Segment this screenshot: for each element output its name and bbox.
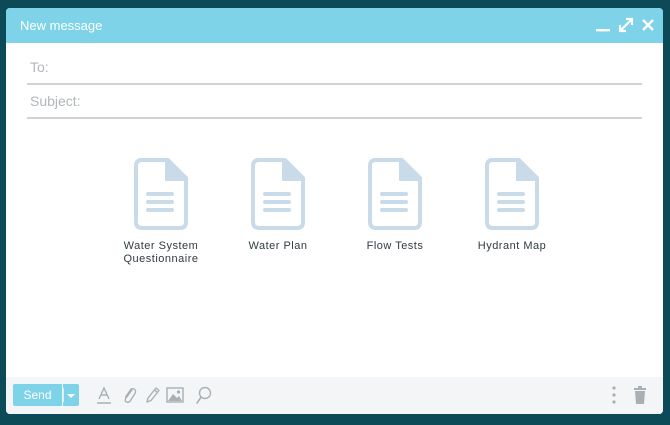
image-icon[interactable]: [165, 385, 185, 405]
expand-icon[interactable]: [617, 16, 635, 34]
link-icon[interactable]: [194, 385, 214, 405]
attachment-label: Water Plan: [248, 240, 308, 252]
send-button[interactable]: Send: [13, 384, 62, 406]
compose-toolbar: Send: [6, 377, 663, 414]
attachment-label: Water System Questionnaire: [123, 240, 199, 265]
document-icon: [485, 158, 539, 230]
pen-icon[interactable]: [142, 385, 162, 405]
document-icon: [134, 158, 188, 230]
title-bar: New message: [6, 8, 663, 43]
compose-window: New message To: Subject: Water System Qu…: [6, 8, 663, 414]
paperclip-icon[interactable]: [119, 385, 139, 405]
to-input[interactable]: [27, 51, 642, 83]
subject-input[interactable]: [27, 85, 642, 117]
more-vertical-icon[interactable]: [608, 385, 620, 405]
window-title: New message: [20, 18, 103, 33]
send-options-button[interactable]: [63, 384, 79, 406]
attachment-item[interactable]: Hydrant Map: [457, 158, 567, 253]
attachment-label: Hydrant Map: [477, 240, 547, 252]
document-icon: [368, 158, 422, 230]
text-format-icon[interactable]: [94, 385, 114, 405]
attachment-item[interactable]: Water Plan: [223, 158, 333, 253]
close-icon[interactable]: [639, 16, 657, 34]
to-field[interactable]: To:: [27, 51, 642, 85]
attachment-label: Flow Tests: [366, 240, 424, 252]
attachment-item[interactable]: Flow Tests: [340, 158, 450, 253]
document-icon: [251, 158, 305, 230]
trash-icon[interactable]: [630, 385, 650, 405]
attachment-item[interactable]: Water System Questionnaire: [106, 158, 216, 266]
subject-field[interactable]: Subject:: [27, 85, 642, 119]
minimize-icon[interactable]: [594, 16, 612, 34]
chevron-down-icon: [63, 388, 75, 402]
